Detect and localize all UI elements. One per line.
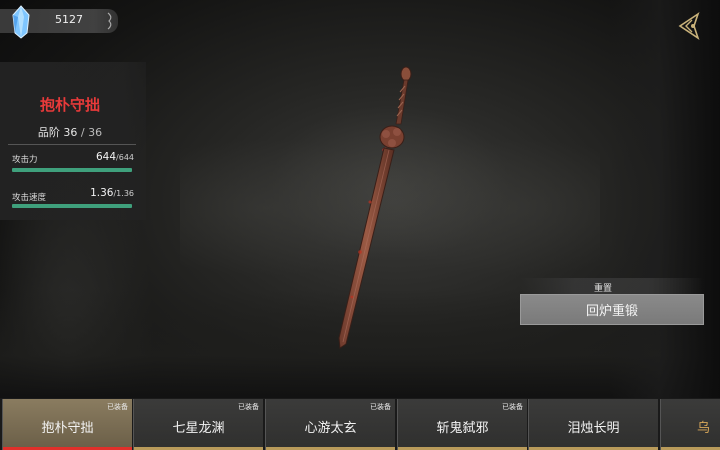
grade-separator: /	[80, 126, 85, 139]
reforge-button[interactable]: 回炉重锻	[520, 294, 704, 325]
weapon-tab-bar: 已装备 抱朴守拙 已装备 七星龙渊 已装备 心游太玄 已装备 斩鬼弑邪 泪烛长明…	[0, 398, 720, 450]
weapon-tab[interactable]: 乌	[660, 399, 720, 450]
equipped-badge: 已装备	[238, 403, 259, 411]
weapon-tab[interactable]: 已装备 心游太玄	[265, 399, 395, 450]
weapon-tab-label: 抱朴守拙	[41, 421, 94, 436]
speed-value-group: 1.36/1.36	[44, 187, 134, 199]
currency-value: 5127	[55, 13, 83, 26]
weapon-stats-panel: 抱朴守拙 品阶 36 / 36 攻击力 644/644 攻击速度 1.36/1.…	[0, 62, 146, 220]
attack-label: 攻击力	[12, 155, 38, 165]
cave-background-right	[610, 0, 720, 400]
speed-max: /1.36	[113, 189, 134, 198]
stats-divider	[8, 144, 136, 145]
back-icon[interactable]	[674, 11, 704, 41]
attack-value: 644	[95, 151, 117, 163]
currency-display: 5127	[0, 5, 118, 39]
speed-bar-fill	[12, 204, 132, 208]
weapon-name: 抱朴守拙	[39, 96, 100, 114]
weapon-tab-label: 乌	[697, 421, 711, 436]
grade-label: 品阶	[37, 126, 60, 139]
weapon-tab[interactable]: 已装备 抱朴守拙	[2, 399, 132, 450]
weapon-tab[interactable]: 已装备 斩鬼弑邪	[397, 399, 527, 450]
sword-image	[338, 66, 412, 349]
speed-bar	[12, 204, 132, 208]
grade-max: 36	[88, 126, 103, 139]
crystal-icon	[12, 5, 30, 39]
weapon-tab[interactable]: 已装备 七星龙渊	[133, 399, 263, 450]
attack-max: /644	[116, 153, 134, 162]
weapon-tab-label: 心游太玄	[304, 421, 357, 436]
grade-row: 品阶 36 / 36	[0, 124, 140, 140]
currency-tail-ornament	[107, 12, 112, 30]
attack-bar-fill	[12, 168, 132, 172]
weapon-tab-label: 七星龙渊	[172, 421, 225, 436]
weapon-tab-label: 泪烛长明	[567, 421, 620, 436]
weapon-tab[interactable]: 泪烛长明	[528, 399, 658, 450]
equipped-badge: 已装备	[502, 403, 523, 411]
weapon-tab-label: 斩鬼弑邪	[436, 421, 489, 436]
reset-label: 重置	[594, 284, 613, 294]
speed-label: 攻击速度	[12, 193, 47, 203]
equipped-badge: 已装备	[370, 403, 391, 411]
speed-value: 1.36	[90, 187, 114, 199]
equipped-badge: 已装备	[107, 403, 128, 411]
attack-bar	[12, 168, 132, 172]
grade-value: 36	[63, 126, 78, 139]
attack-value-group: 644/644	[44, 151, 134, 163]
